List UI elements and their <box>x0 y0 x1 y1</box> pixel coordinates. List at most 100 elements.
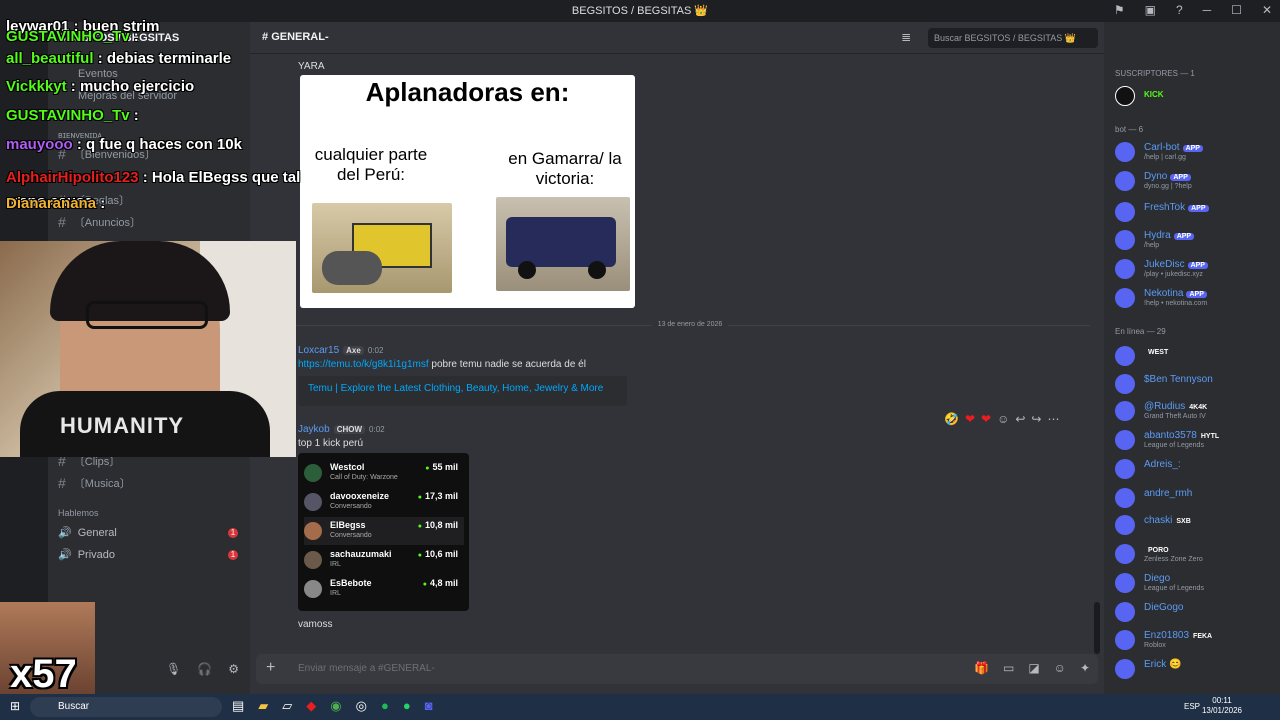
streamer-name: EsBebote <box>330 578 372 588</box>
voice-channel-general[interactable]: 🔊 General 1 <box>58 526 238 539</box>
member-status: League of Legends <box>1144 585 1204 592</box>
taskbar-search[interactable]: Buscar <box>30 697 222 717</box>
member-item[interactable]: FreshTok APP <box>1115 200 1275 224</box>
member-name: andre_rmh <box>1144 488 1196 499</box>
member-item[interactable]: Hydra APP/help <box>1115 228 1275 252</box>
avatar <box>1115 230 1135 250</box>
member-item[interactable]: $Ben Tennyson <box>1115 372 1275 396</box>
add-reaction-icon[interactable]: ☺ <box>997 412 1009 426</box>
member-item[interactable]: JukeDisc APP/play • jukedisc.xyz <box>1115 257 1275 281</box>
settings-icon[interactable]: ⚙ <box>228 662 239 676</box>
stream-chat-line: GUSTAVINHO_Tv : <box>6 107 139 124</box>
avatar <box>304 464 322 482</box>
viewer-count: 10,8 mil <box>418 520 458 530</box>
avatar <box>304 493 322 511</box>
member-item[interactable]: DieGogo <box>1115 600 1275 624</box>
more-icon[interactable]: ⋯ <box>1047 412 1059 426</box>
app-badge: APP <box>1188 205 1209 212</box>
heart-reaction-icon[interactable]: ❤ <box>965 412 975 426</box>
sticker-icon[interactable]: ◪ <box>1028 661 1039 675</box>
shirt-print: HUMANITY <box>60 413 185 438</box>
emoji-icon[interactable]: ☺ <box>1054 661 1066 675</box>
channel-musica[interactable]: # 〔Musica〕 <box>58 475 131 491</box>
member-item[interactable]: PORO Zenless Zone Zero <box>1115 542 1275 566</box>
message-actions: 🤣 ❤ ❤ ☺ ↩ ↪ ⋯ <box>944 412 1059 426</box>
apps-icon[interactable]: ✦ <box>1080 661 1090 675</box>
gift-icon[interactable]: 🎁 <box>974 661 989 675</box>
task-view-icon[interactable]: ▤ <box>232 698 244 714</box>
mic-icon[interactable]: 🎙 <box>166 662 181 676</box>
author-name[interactable]: Loxcar15 <box>298 345 339 356</box>
gif-icon[interactable]: ▭ <box>1003 661 1014 675</box>
language-indicator[interactable]: ESP <box>1184 702 1200 711</box>
member-item[interactable]: Diego League of Legends <box>1115 571 1275 595</box>
member-item[interactable]: chaski SXB <box>1115 513 1275 537</box>
avatar <box>1115 544 1135 564</box>
streamer-name: davooxeneize <box>330 491 390 501</box>
clock[interactable]: 00:11 13/01/2026 <box>1202 696 1242 716</box>
stream-chat-line: mauyooo : q fue q haces con 10k <box>6 136 242 153</box>
member-item[interactable]: Erick 😊 <box>1115 657 1275 681</box>
chrome-icon[interactable]: ◉ <box>330 698 341 714</box>
member-item[interactable]: WEST <box>1115 344 1275 368</box>
voice-channel-privado[interactable]: 🔊 Privado 1 <box>58 548 238 561</box>
add-attachment-icon[interactable]: + <box>266 659 275 677</box>
member-item[interactable]: Enz01803 FEKA Roblox <box>1115 628 1275 652</box>
chat-separator: : <box>72 136 87 153</box>
obs-icon[interactable]: ◎ <box>356 698 367 714</box>
message-input[interactable]: + Enviar mensaje a #GENERAL- 🎁 ▭ ◪ ☺ ✦ <box>256 654 1098 684</box>
laugh-reaction-icon[interactable]: 🤣 <box>944 412 959 426</box>
app-icon[interactable]: ◆ <box>306 698 316 714</box>
category-talk[interactable]: Hablemos <box>58 508 99 518</box>
scrollbar[interactable] <box>1094 602 1100 654</box>
discord-icon[interactable]: ◙ <box>425 698 433 714</box>
author-name[interactable]: Jaykob <box>298 424 330 435</box>
chat-username: Vickkkyt <box>6 78 67 95</box>
help-icon[interactable]: ? <box>1176 3 1183 17</box>
member-name: DieGogo <box>1144 602 1187 613</box>
member-item[interactable]: @Rudius 4K4K Grand Theft Auto IV <box>1115 399 1275 423</box>
member-name-text: Diego <box>1144 573 1171 584</box>
streamer-name: sachauzumaki <box>330 549 392 559</box>
guild-tag: WEST <box>1148 349 1169 356</box>
search-input[interactable]: Buscar BEGSITOS / BEGSITAS 👑 <box>928 28 1098 48</box>
threads-icon[interactable]: ≣ <box>901 30 911 44</box>
viewer-count: 10,6 mil <box>418 549 458 559</box>
chat-message: debias terminarle <box>106 50 232 67</box>
screen-icon[interactable]: ▣ <box>1145 3 1156 17</box>
chat-area: # GENERAL- ≣ 🔔 📌 👥 Buscar BEGSITOS / BEG… <box>250 22 1104 694</box>
inbox-icon[interactable]: ⚑ <box>1114 3 1125 17</box>
reply-icon[interactable]: ↩ <box>1015 412 1025 426</box>
headphones-icon[interactable]: 🎧 <box>197 662 212 676</box>
file-explorer-icon[interactable]: ▰ <box>258 698 268 714</box>
maximize-icon[interactable]: ☐ <box>1231 3 1242 17</box>
member-item[interactable]: abanto3578 HYTL League of Legends <box>1115 428 1275 452</box>
kick-top-list-image[interactable]: Westcol Call of Duty: Warzone 55 mil davoo… <box>298 453 469 611</box>
meme-image[interactable]: Aplanadoras en: cualquier parte del Perú… <box>300 75 635 308</box>
chat-username: Dianaranana <box>6 195 97 212</box>
whatsapp-icon[interactable]: ● <box>403 698 411 714</box>
member-item[interactable]: Dyno APP dyno.gg | ?help <box>1115 169 1275 193</box>
member-item[interactable]: Adreis_: <box>1115 457 1275 481</box>
avatar <box>1115 573 1135 593</box>
message-text: pobre temu nadie se acuerda de él <box>431 359 586 370</box>
member-item[interactable]: KICK <box>1115 84 1275 108</box>
member-item[interactable]: andre_rmh <box>1115 486 1275 510</box>
windows-start-icon[interactable]: ⊞ <box>10 699 20 713</box>
message-link[interactable]: https://temu.to/k/g8k1i1g1msf <box>298 359 429 370</box>
chat-separator: : <box>138 169 152 186</box>
member-item[interactable]: Nekotina APP !help • nekotina.com <box>1115 286 1275 310</box>
notes-icon[interactable]: ▱ <box>282 698 292 714</box>
spotify-icon[interactable]: ● <box>381 698 389 714</box>
member-name: Erick 😊 <box>1144 659 1185 670</box>
clock-time: 00:11 <box>1212 696 1232 705</box>
minimize-icon[interactable]: ─ <box>1203 3 1212 17</box>
member-name-text: @Rudius <box>1144 401 1186 412</box>
close-icon[interactable]: ✕ <box>1262 3 1272 17</box>
avatar <box>304 580 322 598</box>
avatar <box>1115 515 1135 535</box>
forward-icon[interactable]: ↪ <box>1031 412 1041 426</box>
link-embed[interactable]: Temu | Explore the Latest Clothing, Beau… <box>298 376 627 406</box>
member-item[interactable]: Carl-bot APP/help | carl.gg <box>1115 140 1275 164</box>
heart-reaction-icon[interactable]: ❤ <box>981 412 991 426</box>
